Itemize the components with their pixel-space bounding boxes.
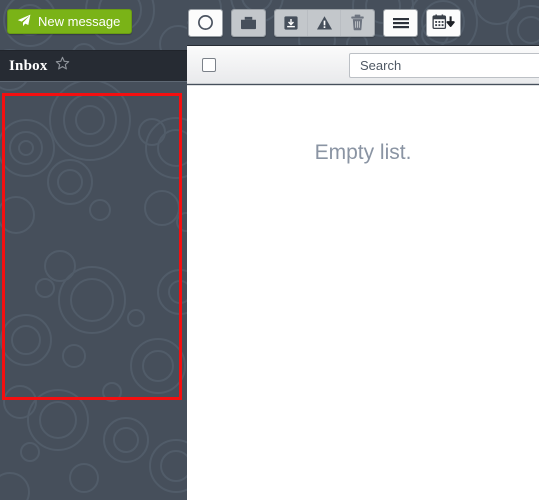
sort-by-date-button[interactable] bbox=[427, 9, 460, 36]
sidebar-toolbar: New message bbox=[0, 0, 187, 50]
new-message-label: New message bbox=[38, 14, 121, 29]
trash-can-icon bbox=[351, 14, 364, 31]
search-placeholder: Search bbox=[360, 58, 402, 73]
circle-outline-icon bbox=[198, 15, 213, 30]
move-to-folder-button[interactable] bbox=[232, 9, 265, 36]
warning-triangle-icon bbox=[316, 15, 332, 29]
toolbar-group-sort bbox=[426, 8, 461, 37]
archive-button[interactable] bbox=[275, 9, 308, 36]
more-actions-button[interactable] bbox=[384, 9, 417, 36]
delete-button[interactable] bbox=[341, 9, 374, 36]
sidebar: New message Inbox bbox=[0, 0, 187, 500]
toolbar-group-read-state bbox=[188, 8, 223, 37]
toolbar-group-menu bbox=[383, 8, 418, 37]
folder-icon bbox=[241, 16, 256, 30]
calendar-down-arrow-icon bbox=[431, 14, 455, 30]
mark-spam-button[interactable] bbox=[308, 9, 341, 36]
search-input[interactable]: Search bbox=[349, 53, 539, 78]
toolbar-group-triage bbox=[274, 8, 375, 37]
message-list-panel: Search Empty list. bbox=[187, 0, 539, 500]
star-outline-icon[interactable] bbox=[55, 56, 70, 76]
folder-list bbox=[0, 84, 187, 500]
select-all-checkbox[interactable] bbox=[202, 57, 216, 72]
empty-list-message: Empty list. bbox=[314, 141, 412, 164]
mark-unread-button[interactable] bbox=[189, 9, 222, 36]
folder-title: Inbox bbox=[9, 57, 48, 74]
hamburger-menu-icon bbox=[392, 17, 409, 28]
archive-box-down-arrow-icon bbox=[284, 15, 298, 30]
toolbar-group-move bbox=[231, 8, 266, 37]
mail-client-window: New message Inbox Search Empty list. bbox=[0, 0, 539, 500]
message-list-header: Search bbox=[187, 45, 539, 84]
message-list-body: Empty list. bbox=[187, 85, 539, 500]
folder-header-inbox[interactable]: Inbox bbox=[0, 50, 187, 82]
paper-plane-icon bbox=[17, 14, 31, 30]
message-toolbar bbox=[187, 0, 539, 45]
new-message-button[interactable]: New message bbox=[7, 9, 133, 34]
